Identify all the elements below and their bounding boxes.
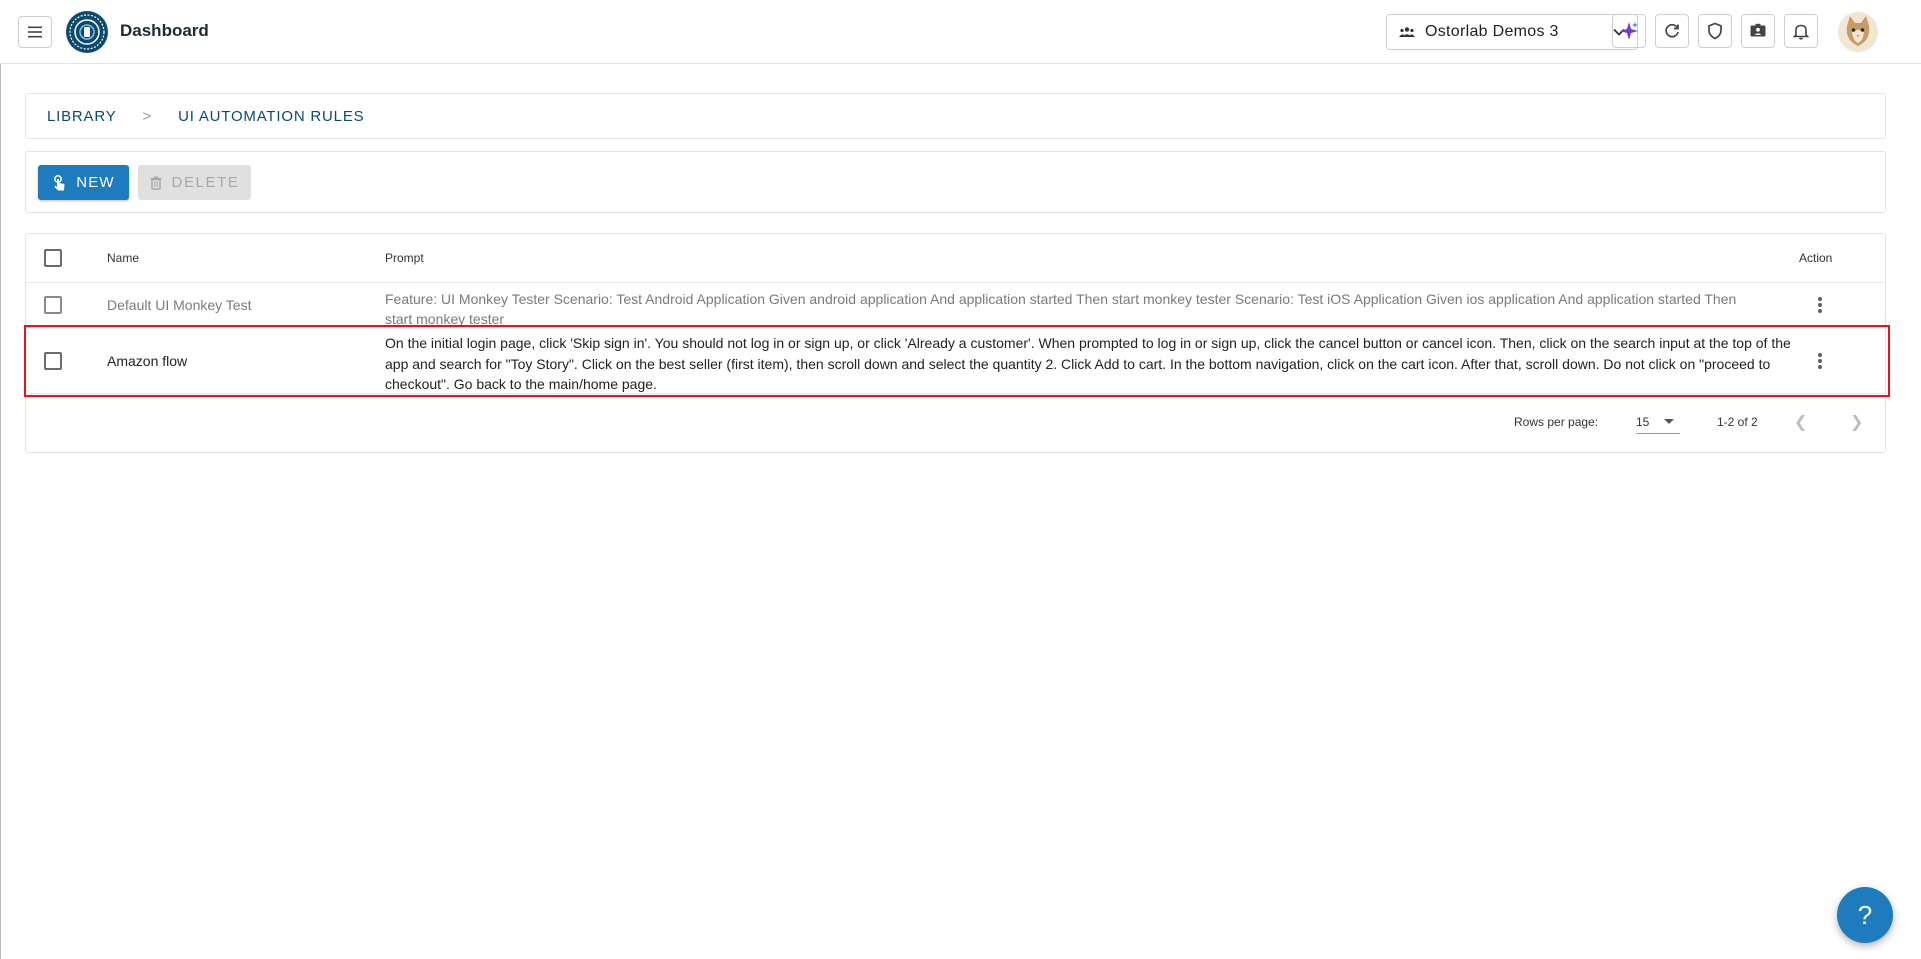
rows-per-page-label: Rows per page: (1514, 415, 1599, 429)
chevron-left-icon[interactable]: ❮ (1794, 412, 1807, 432)
delete-button[interactable]: DELETE (138, 165, 251, 200)
touch-icon (54, 174, 65, 190)
row-prompt: Feature: UI Monkey Tester Scenario: Test… (385, 291, 1737, 327)
id-card-icon (1750, 23, 1766, 37)
window-edge (0, 0, 1, 959)
organization-name: Ostorlab Demos 3 (1425, 23, 1559, 40)
more-vert-icon[interactable] (1814, 295, 1826, 315)
new-button[interactable]: NEW (38, 165, 129, 200)
identity-button[interactable] (1741, 14, 1775, 48)
ostorlab-logo[interactable] (66, 11, 108, 53)
caret-down-icon (1664, 419, 1674, 424)
pagination: Rows per page: 15 1-2 of 2 ❮ ❯ (26, 394, 1885, 452)
organization-select[interactable]: Ostorlab Demos 3 (1386, 14, 1638, 50)
rows-per-page-value: 15 (1636, 415, 1650, 429)
row-checkbox[interactable] (44, 352, 62, 370)
refresh-button[interactable] (1655, 14, 1689, 48)
column-header-prompt[interactable]: Prompt (385, 251, 424, 265)
page-title: Dashboard (120, 21, 209, 40)
breadcrumb-library[interactable]: LIBRARY (47, 108, 117, 125)
team-icon (1399, 27, 1415, 37)
column-header-action: Action (1799, 251, 1833, 265)
breadcrumb-separator: > (142, 107, 153, 125)
bell-icon (1793, 24, 1809, 40)
select-all-checkbox[interactable] (44, 249, 62, 267)
row-name: Amazon flow (107, 353, 188, 369)
avatar[interactable] (1838, 12, 1878, 52)
ai-assistant-button[interactable] (1612, 14, 1646, 48)
delete-button-label: DELETE (171, 174, 240, 191)
chevron-right-icon[interactable]: ❯ (1850, 412, 1863, 432)
refresh-icon (1665, 23, 1679, 38)
sparkle-icon (1620, 22, 1638, 40)
more-vert-icon[interactable] (1814, 351, 1826, 371)
table-header: Name Prompt Action (26, 234, 1885, 283)
page-range: 1-2 of 2 (1717, 415, 1758, 429)
menu-button[interactable] (18, 16, 52, 48)
row-name: Default UI Monkey Test (107, 297, 252, 313)
cat-avatar-icon (1838, 12, 1878, 52)
help-icon: ? (1857, 899, 1873, 930)
shield-icon (1708, 22, 1722, 40)
rules-table: Name Prompt Action Default UI Monkey Tes… (25, 233, 1886, 453)
table-row[interactable]: Default UI Monkey Test Feature: UI Monke… (26, 283, 1885, 328)
notifications-button[interactable] (1784, 14, 1818, 48)
help-button[interactable]: ? (1837, 887, 1893, 943)
breadcrumb-ui-automation-rules: UI AUTOMATION RULES (178, 107, 365, 125)
menu-icon (28, 26, 42, 38)
row-checkbox[interactable] (44, 296, 62, 314)
row-prompt: On the initial login page, click 'Skip s… (385, 335, 1791, 392)
security-button[interactable] (1698, 14, 1732, 48)
breadcrumb: LIBRARY > UI AUTOMATION RULES (25, 93, 1886, 139)
trash-icon (150, 176, 162, 190)
toolbar: NEW DELETE (25, 151, 1886, 213)
column-header-name[interactable]: Name (107, 251, 139, 265)
new-button-label: NEW (76, 174, 115, 191)
table-row[interactable]: Amazon flow On the initial login page, c… (26, 328, 1885, 394)
